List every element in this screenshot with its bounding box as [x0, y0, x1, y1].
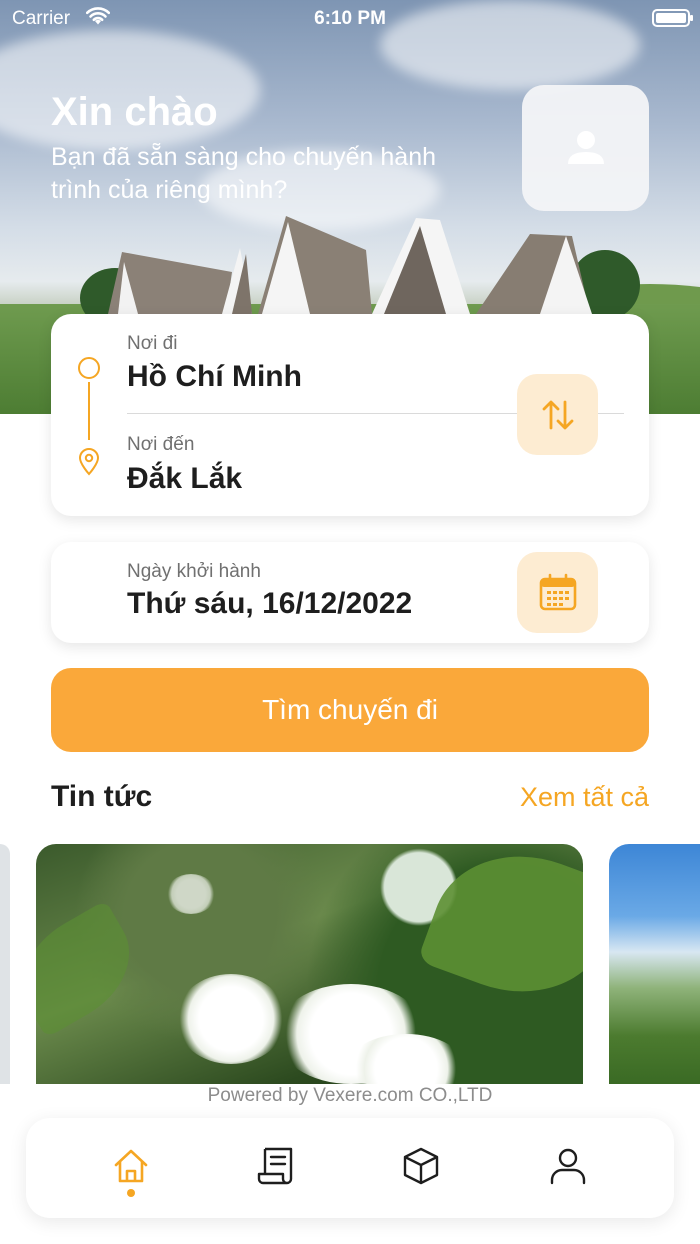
calendar-button[interactable] — [517, 552, 598, 633]
bottom-tab-bar — [26, 1118, 674, 1218]
see-all-link[interactable]: Xem tất cả — [520, 782, 649, 813]
destination-label: Nơi đến — [127, 434, 195, 455]
origin-value[interactable]: Hồ Chí Minh — [127, 360, 302, 394]
home-icon — [114, 1149, 148, 1183]
swap-vertical-icon — [542, 400, 573, 429]
user-icon — [567, 131, 604, 164]
tab-profile[interactable] — [544, 1142, 592, 1190]
leaf-decoration — [417, 844, 583, 1019]
coffee-flower — [176, 974, 286, 1064]
search-trips-button[interactable]: Tìm chuyến đi — [51, 668, 649, 752]
route-card: Nơi đi Hồ Chí Minh Nơi đến Đắk Lắk — [51, 314, 649, 516]
swap-locations-button[interactable] — [517, 374, 598, 455]
location-pin-icon — [78, 448, 100, 476]
receipt-icon — [257, 1147, 293, 1185]
coffee-flower — [166, 874, 216, 914]
origin-label: Nơi đi — [127, 333, 178, 354]
greeting-title: Xin chào — [51, 90, 218, 134]
active-tab-indicator — [127, 1189, 135, 1197]
box-icon — [403, 1147, 439, 1185]
greeting-subtitle: Bạn đã sẵn sàng cho chuyến hành trình củ… — [51, 143, 437, 204]
date-label: Ngày khởi hành — [127, 561, 261, 582]
news-card-previous[interactable] — [0, 844, 10, 1084]
clock: 6:10 PM — [314, 8, 386, 29]
date-value[interactable]: Thứ sáu, 16/12/2022 — [127, 587, 412, 621]
user-icon — [550, 1148, 586, 1185]
route-connector — [88, 382, 90, 440]
calendar-icon — [539, 573, 576, 610]
powered-by-text: Powered by Vexere.com CO.,LTD — [207, 1085, 493, 1106]
origin-circle-icon — [78, 357, 100, 379]
profile-avatar-button[interactable] — [522, 85, 649, 211]
tab-tickets[interactable] — [252, 1142, 300, 1190]
destination-value[interactable]: Đắk Lắk — [127, 462, 242, 496]
departure-date-card[interactable]: Ngày khởi hành Thứ sáu, 16/12/2022 — [51, 542, 649, 643]
battery-icon — [652, 9, 693, 27]
news-card-next[interactable] — [609, 844, 700, 1084]
tab-packages[interactable] — [397, 1142, 445, 1190]
news-card[interactable] — [36, 844, 583, 1084]
leaf-decoration — [36, 900, 151, 1038]
status-bar: Carrier 6:10 PM — [0, 0, 700, 36]
news-section-title: Tin tức — [51, 780, 153, 813]
tab-home[interactable] — [107, 1142, 155, 1190]
